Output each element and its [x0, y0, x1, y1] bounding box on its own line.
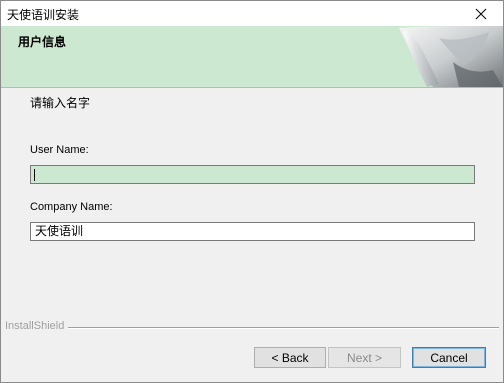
- separator-rule: [5, 327, 499, 329]
- close-icon: [475, 8, 487, 19]
- next-button[interactable]: Next >: [328, 347, 401, 368]
- installer-window: 天使语训安装 用户信息 请输入名字 User Name: Company Nam…: [0, 0, 504, 383]
- installshield-separator: InstallShield: [5, 320, 499, 333]
- instruction-text: 请输入名字: [30, 96, 91, 110]
- company-name-value: 天使语训: [35, 224, 84, 238]
- company-name-input[interactable]: 天使语训: [30, 222, 475, 241]
- header-banner: 用户信息: [1, 26, 503, 88]
- text-caret: [34, 169, 35, 181]
- cancel-button[interactable]: Cancel: [412, 347, 486, 368]
- installer-art-icon: [399, 26, 503, 87]
- user-name-label: User Name:: [30, 144, 89, 156]
- installshield-brand: InstallShield: [5, 320, 69, 332]
- title-bar: 天使语训安装: [1, 1, 503, 26]
- company-name-label: Company Name:: [30, 201, 113, 213]
- close-button[interactable]: [459, 1, 503, 26]
- window-title: 天使语训安装: [7, 8, 80, 22]
- back-button[interactable]: < Back: [254, 347, 326, 368]
- user-name-input[interactable]: [30, 165, 475, 184]
- header-title: 用户信息: [18, 35, 67, 49]
